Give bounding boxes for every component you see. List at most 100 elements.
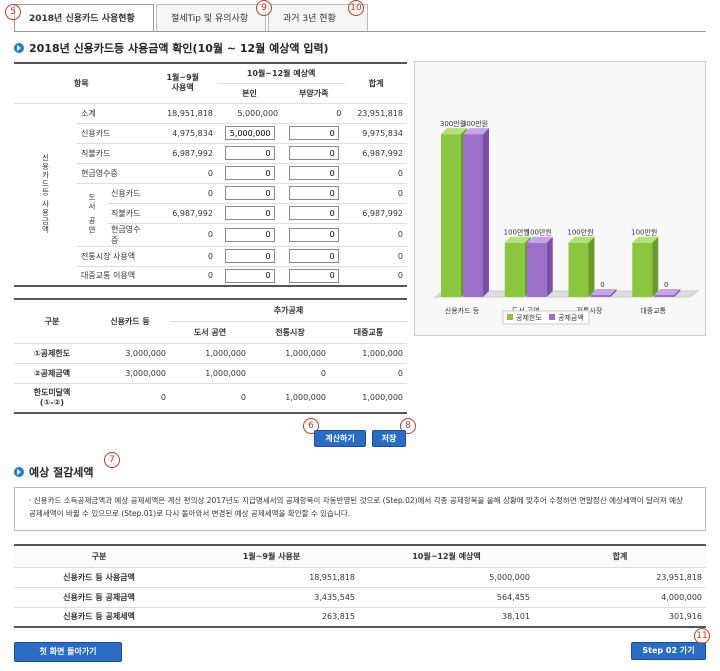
row-label: 직불카드 (77, 143, 149, 164)
input-dep-cash[interactable] (288, 166, 339, 180)
marker-9: 9 (256, 0, 272, 16)
row-label: 신용카드 (77, 123, 149, 144)
sum-cell: 3,435,545 (184, 587, 359, 608)
row-label: 전통시장 사용액 (77, 246, 149, 267)
cell-total: 23,951,818 (345, 103, 407, 124)
input-dep-book-credit[interactable] (288, 186, 339, 200)
deduction-table: 구분 신용카드 등 추가공제 도서 공연 전통시장 대중교통 ①공제한도 3,0… (14, 298, 407, 414)
sum-header-category: 구분 (14, 545, 184, 568)
header-self: 본인 (216, 83, 283, 104)
side-label-usage: 신용카드등 사용금액 (14, 103, 77, 287)
input-dep-market[interactable] (288, 249, 339, 263)
ded-row-label: ①공제한도 (14, 343, 90, 364)
ded-cell: 0 (170, 383, 250, 414)
cell-total: 6,987,992 (345, 203, 407, 224)
ded-row-label: 한도미달액 (①-②) (14, 383, 90, 414)
input-self-transit[interactable] (224, 268, 275, 283)
sum-header-oct-dec: 10월~12월 예상액 (359, 545, 534, 568)
tab-bar: 2018년 신용카드 사용현황 절세Tip 및 유의사항 과거 3년 현황 (14, 4, 370, 32)
ded-cell: 0 (90, 383, 170, 414)
calculate-button[interactable]: 계산하기 (314, 430, 366, 447)
input-dep-transit[interactable] (288, 268, 339, 283)
chart-bar-side (483, 128, 489, 297)
section-savings-title-text: 예상 절감세액 (29, 466, 94, 479)
cell-jan-sep: 4,975,834 (148, 123, 217, 144)
input-dep-credit[interactable] (288, 126, 339, 140)
cell-total: 0 (345, 163, 407, 184)
header-item: 항목 (14, 63, 149, 104)
input-self-cash[interactable] (224, 166, 275, 180)
sum-cell: 5,000,000 (359, 567, 534, 588)
header-oct-dec: 10월~12월 예상액 (216, 63, 346, 84)
ded-cell: 1,000,000 (170, 363, 250, 384)
tab-usage-2018[interactable]: 2018년 신용카드 사용현황 (14, 4, 154, 32)
chart-legend-label: 공제금액 (558, 314, 584, 322)
input-self-market[interactable] (224, 249, 275, 263)
cell-jan-sep: 0 (148, 266, 217, 287)
sum-row-label: 신용카드 등 사용금액 (14, 567, 184, 588)
sum-cell: 564,455 (359, 587, 534, 608)
input-dep-book-debit[interactable] (288, 206, 339, 220)
cell-total: 0 (345, 266, 407, 287)
section-savings-title: 예상 절감세액 (14, 464, 94, 480)
input-self-book-credit[interactable] (224, 186, 275, 200)
marker-5: 5 (5, 4, 21, 20)
ded-header-category: 구분 (14, 299, 90, 344)
cell-jan-sep: 0 (148, 163, 217, 184)
usage-table: 항목 1월~9월 사용액 10월~12월 예상액 합계 본인 부양가족 신용카드… (14, 62, 407, 287)
input-self-book-debit[interactable] (224, 206, 275, 220)
input-dep-debit[interactable] (288, 146, 339, 160)
cell-total: 0 (345, 223, 407, 247)
sum-header-jan-sep: 1월~9월 사용분 (184, 545, 359, 568)
back-to-first-button[interactable]: 첫 화면 돌아가기 (14, 642, 122, 662)
chart-data-label: 100만원 (567, 228, 593, 237)
book-label: 도서 공연 (77, 183, 107, 247)
row-label: 소계 (77, 103, 149, 124)
input-self-book-cash[interactable] (224, 227, 275, 242)
ded-cell: 1,000,000 (330, 383, 407, 414)
sum-cell: 4,000,000 (534, 587, 706, 608)
chart-bar (463, 134, 483, 297)
chart-bar-side (652, 236, 659, 297)
cell-jan-sep: 6,987,992 (148, 203, 217, 224)
input-dep-book-cash[interactable] (288, 227, 339, 242)
header-total: 합계 (345, 63, 407, 104)
chart-category-label: 대중교통 (640, 307, 666, 315)
chart-svg: 300만원300만원신용카드 등100만원100만원도서 공연100만원0전통시… (433, 119, 700, 325)
summary-table: 구분 1월~9월 사용분 10월~12월 예상액 합계 신용카드 등 사용금액 … (14, 544, 706, 628)
ded-cell: 1,000,000 (250, 383, 330, 414)
chart-data-label: 0 (664, 281, 668, 289)
marker-7: 7 (104, 452, 120, 468)
row-label: 대중교통 이용액 (77, 266, 149, 287)
chart-legend-swatch (549, 314, 555, 320)
tab-tips[interactable]: 절세Tip 및 유의사항 (156, 4, 266, 32)
sum-cell: 263,815 (184, 607, 359, 628)
chart-category-label: 신용카드 등 (445, 306, 480, 315)
ded-row-label: ②공제금액 (14, 363, 90, 384)
cell-total: 6,987,992 (345, 143, 407, 164)
sum-header-total: 합계 (534, 545, 706, 568)
header-dependents: 부양가족 (282, 83, 346, 104)
chart-legend-swatch (507, 314, 513, 320)
input-self-credit[interactable] (224, 126, 275, 140)
step2-button[interactable]: Step 02 가기 (631, 642, 706, 660)
ded-header-transit: 대중교통 (330, 321, 407, 344)
arrow-bullet-icon (14, 43, 24, 53)
deduction-chart: 300만원300만원신용카드 등100만원100만원도서 공연100만원0전통시… (414, 61, 706, 336)
tab-divider (14, 31, 706, 32)
input-self-debit[interactable] (224, 146, 275, 160)
header-jan-sep: 1월~9월 사용액 (148, 63, 217, 104)
section-usage-title-text: 2018년 신용카드등 사용금액 확인(10월 ~ 12월 예상액 입력) (29, 42, 329, 55)
section-usage-title: 2018년 신용카드등 사용금액 확인(10월 ~ 12월 예상액 입력) (14, 40, 329, 56)
notice-box: · 신용카드 소득공제금액과 예상 공제세액은 계산 편의상 2017년도 지급… (14, 487, 706, 531)
chart-bar (654, 295, 675, 297)
sum-row-label: 신용카드 등 공제금액 (14, 587, 184, 608)
chart-bar-side (546, 236, 553, 297)
ded-cell: 0 (250, 363, 330, 384)
row-label: 현금영수증 (77, 163, 149, 184)
row-label: 직불카드 (107, 203, 149, 224)
row-label: 현금영수증 (107, 223, 149, 247)
save-button[interactable]: 저장 (372, 430, 406, 447)
chart-data-label: 100만원 (631, 228, 657, 237)
marker-10: 10 (348, 0, 364, 16)
